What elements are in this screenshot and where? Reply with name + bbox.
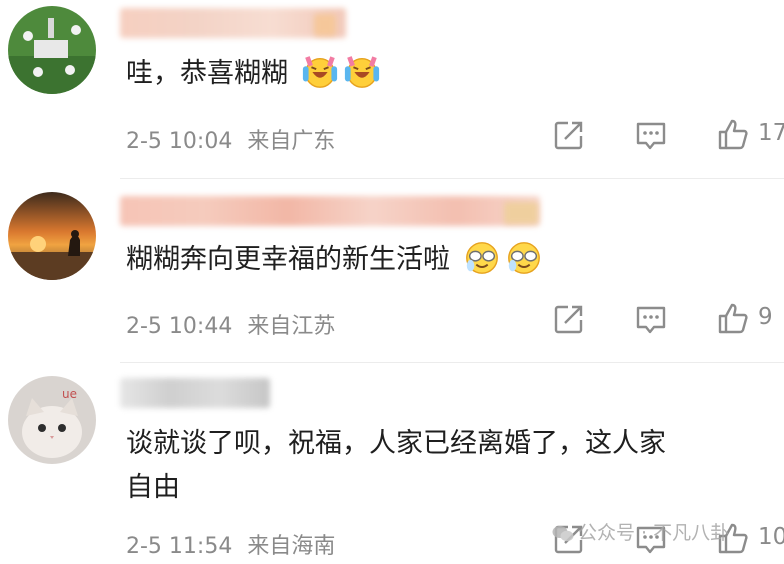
like-icon[interactable] — [716, 302, 750, 336]
comment-item: 糊糊奔向更幸福的新生活啦 2-5 10:44 来自江苏 9 — [0, 180, 784, 362]
user-badge-blurred — [314, 14, 336, 36]
comment-icon[interactable] — [634, 118, 668, 152]
comment-text: 谈就谈了呗，祝福，人家已经离婚了，这人家 自由 — [126, 422, 666, 510]
svg-text:ue: ue — [62, 387, 77, 401]
share-icon[interactable] — [552, 302, 586, 336]
comment-text: 哇，恭喜糊糊 — [126, 52, 381, 96]
avatar[interactable] — [8, 6, 96, 94]
wechat-icon — [552, 525, 574, 541]
comment-location: 来自江苏 — [247, 314, 336, 339]
avatar[interactable]: ue — [8, 376, 96, 464]
divider — [120, 178, 784, 179]
watermark: 公众号 · 不凡八卦 — [552, 518, 729, 545]
avatar[interactable] — [8, 192, 96, 280]
comment-actions: 17 — [524, 118, 784, 158]
comment-meta: 2-5 11:54 来自海南 — [126, 528, 335, 560]
crying-laughing-emoji-icon — [507, 241, 540, 274]
comment-actions: 9 — [524, 302, 784, 342]
laugh-cry-emoji-icon — [344, 55, 379, 88]
username-blurred[interactable] — [120, 378, 270, 408]
comment-time: 2-5 11:54 — [126, 534, 233, 559]
divider — [120, 362, 784, 363]
comment-location: 来自广东 — [247, 129, 336, 154]
comment-meta: 2-5 10:04 来自广东 — [126, 123, 335, 155]
comment-item: 哇，恭喜糊糊 2-5 10:04 来自广东 17 — [0, 0, 784, 180]
comment-meta: 2-5 10:44 来自江苏 — [126, 308, 335, 340]
comment-time: 2-5 10:04 — [126, 129, 233, 154]
like-count: 17 — [758, 120, 784, 146]
comment-location: 来自海南 — [247, 534, 336, 559]
username-blurred[interactable] — [120, 8, 346, 38]
comment-text-line: 谈就谈了呗，祝福，人家已经离婚了，这人家 — [126, 428, 666, 459]
like-icon[interactable] — [716, 118, 750, 152]
like-count: 10 — [758, 524, 784, 550]
username-blurred[interactable] — [120, 196, 540, 226]
laugh-cry-emoji-icon — [302, 55, 337, 88]
comment-text: 糊糊奔向更幸福的新生活啦 — [126, 238, 543, 282]
share-icon[interactable] — [552, 118, 586, 152]
comment-text-line: 自由 — [126, 472, 180, 503]
user-badge-blurred — [504, 202, 538, 224]
like-count: 9 — [758, 304, 773, 330]
comment-time: 2-5 10:44 — [126, 314, 233, 339]
comment-icon[interactable] — [634, 302, 668, 336]
crying-laughing-emoji-icon — [465, 241, 498, 274]
